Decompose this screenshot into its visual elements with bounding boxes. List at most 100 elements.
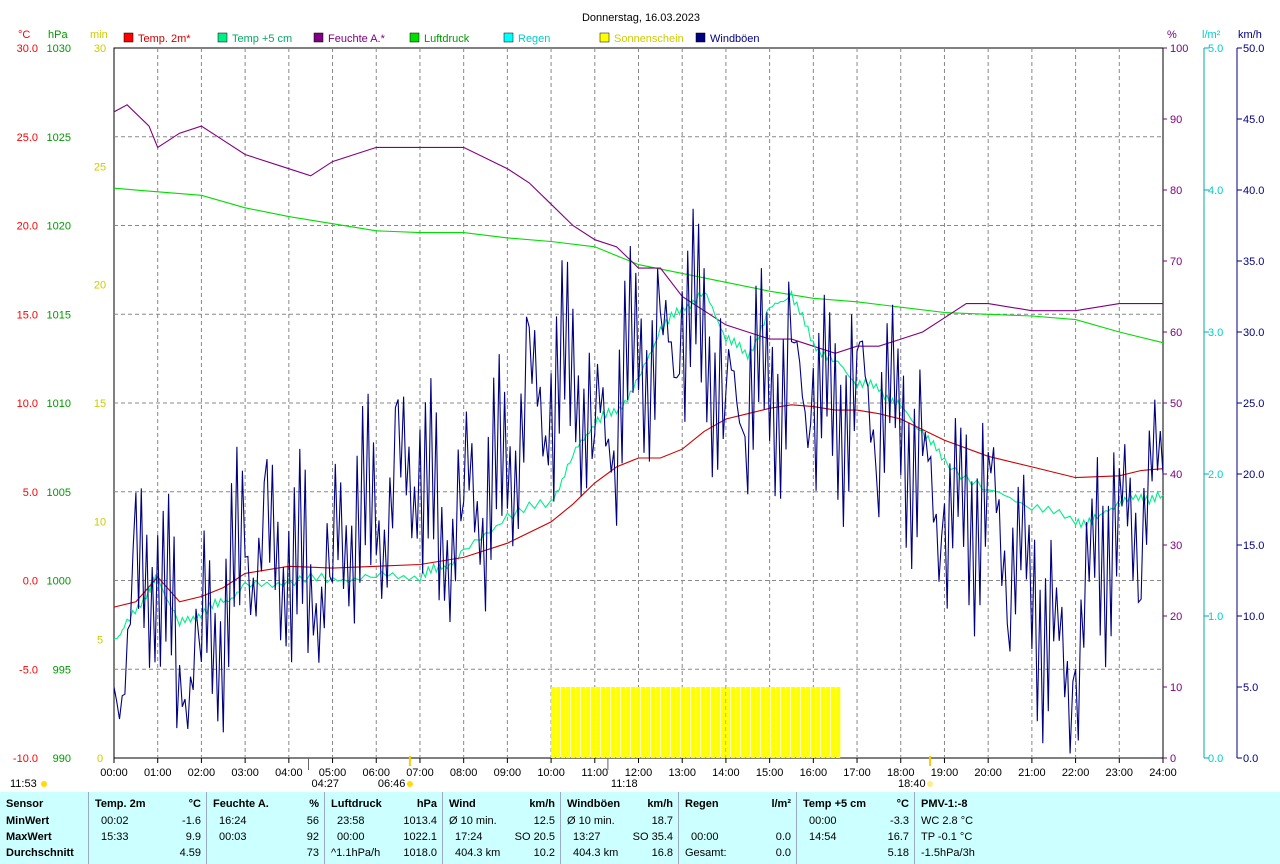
stats-value: 12.5 [533, 815, 555, 827]
stats-time: 00:00 [809, 815, 837, 827]
stats-header: Luftdruck [331, 798, 382, 810]
x-tick-label: 22:00 [1062, 767, 1090, 779]
pct-tick-label: 60 [1170, 327, 1182, 339]
stats-value: 0.0 [775, 831, 791, 843]
stats-header: Feuchte A. [213, 798, 269, 810]
sunshine-bar [771, 687, 776, 758]
sunshine-bar [796, 687, 801, 758]
temp-tick-label: 15.0 [17, 309, 38, 321]
stats-col-temp2m: Temp. 2m °C 00:02 -1.6 15:33 9.9 4.59 [88, 792, 207, 864]
wind-axis-unit: km/h [1238, 29, 1262, 41]
hpa-tick-label: 990 [53, 753, 71, 765]
min-axis-unit: min [90, 29, 108, 41]
sunshine-bar [596, 687, 601, 758]
stats-unit: km/h [647, 798, 673, 810]
wind-tick-label: 15.0 [1243, 540, 1264, 552]
x-tick-label: 10:00 [537, 767, 565, 779]
sunshine-bar [561, 687, 566, 758]
sunshine-bar [616, 687, 621, 758]
sunshine-bar [731, 687, 736, 758]
hpa-tick-label: 1000 [47, 576, 71, 588]
sunshine-bar [631, 687, 636, 758]
hpa-tick-label: 1025 [47, 132, 71, 144]
stats-value: -3.3 [890, 815, 909, 827]
sunshine-bar [571, 687, 576, 758]
sunshine-bar [641, 687, 646, 758]
sunshine-bar [831, 687, 836, 758]
statistics-table: Sensor MinWert MaxWert Durchschnitt Temp… [0, 792, 1280, 864]
sunshine-bar [716, 687, 721, 758]
stats-row-label: MaxWert [6, 831, 52, 843]
stats-time: 16:24 [219, 815, 247, 827]
sunshine-bar [741, 687, 746, 758]
stats-header: PMV-1:-8 [921, 798, 968, 810]
temp-tick-label: -5.0 [19, 664, 38, 676]
temp-tick-label: 25.0 [17, 132, 38, 144]
stats-value: 0.0 [775, 847, 791, 859]
stats-time: 17:24 [455, 831, 483, 843]
sunshine-bar [551, 687, 556, 758]
stats-value: 18.7 [651, 815, 673, 827]
x-tick-label: 17:00 [843, 767, 871, 779]
sunshine-bar [556, 687, 561, 758]
x-tick-label: 16:00 [800, 767, 828, 779]
stats-col-sensor: Sensor MinWert MaxWert Durchschnitt [0, 792, 88, 864]
sunshine-bar [691, 687, 696, 758]
x-tick-label: 03:00 [231, 767, 259, 779]
stats-value: 1022.1 [403, 831, 437, 843]
stats-col-gusts: Windböen km/h Ø 10 min. 18.7 13:27 SO 35… [560, 792, 679, 864]
legend-swatch [217, 32, 228, 43]
sunshine-bar [751, 687, 756, 758]
sunshine-bar [706, 687, 711, 758]
wind-tick-label: 30.0 [1243, 327, 1264, 339]
stats-value: 9.9 [185, 831, 201, 843]
legend-swatch [123, 32, 134, 43]
stats-col-temp5cm: Temp +5 cm °C 00:00 -3.3 14:54 16.7 5.18 [796, 792, 915, 864]
temp-tick-label: 20.0 [17, 221, 38, 233]
sunshine-bar [681, 687, 686, 758]
rain-tick-label: 0.0 [1208, 753, 1223, 765]
stats-label: Ø 10 min. [567, 815, 615, 827]
sunshine-bar [821, 687, 826, 758]
x-tick-label: 13:00 [668, 767, 696, 779]
x-tick-label: 11:00 [581, 767, 608, 779]
stats-time: 00:00 [337, 831, 365, 843]
temp-tick-label: 10.0 [17, 398, 38, 410]
sunshine-bar [686, 687, 691, 758]
stats-unit: °C [896, 798, 909, 810]
rain-tick-label: 3.0 [1208, 327, 1223, 339]
sunshine-bar [646, 687, 651, 758]
x-tick-label: 00:00 [100, 767, 128, 779]
wind-tick-label: 25.0 [1243, 398, 1264, 410]
legend-label: Temp +5 cm [232, 33, 292, 45]
stats-unit: % [309, 798, 319, 810]
sunshine-bar [786, 687, 791, 758]
wind-tick-label: 0.0 [1243, 753, 1258, 765]
hpa-tick-label: 1005 [47, 487, 71, 499]
sunshine-bar [586, 687, 591, 758]
sunshine-bar [676, 687, 681, 758]
hpa-tick-label: 1030 [47, 43, 71, 55]
current-time: 11:53 [10, 778, 37, 790]
x-tick-label: 15:00 [756, 767, 784, 779]
temp-tick-label: 0.0 [23, 576, 38, 588]
x-tick-label: 21:00 [1018, 767, 1046, 779]
pct-axis-unit: % [1167, 29, 1177, 41]
stats-header: Sensor [6, 798, 44, 810]
x-tick-label: 08:00 [450, 767, 478, 779]
wind-tick-label: 35.0 [1243, 256, 1264, 268]
stats-time: 14:54 [809, 831, 837, 843]
min-tick-label: 20 [94, 280, 106, 292]
sunshine-bar [801, 687, 806, 758]
sunshine-bar [756, 687, 761, 758]
stats-row-label: MinWert [6, 815, 50, 827]
stats-value: 73 [306, 847, 319, 859]
temp-tick-label: 30.0 [17, 43, 38, 55]
stats-time: 23:58 [337, 815, 365, 827]
x-tick-label: 24:00 [1149, 767, 1177, 779]
stats-time: 00:02 [101, 815, 129, 827]
stats-header: Temp +5 cm [803, 798, 867, 810]
hpa-tick-label: 995 [53, 664, 71, 676]
stats-col-wind: Wind km/h Ø 10 min. 12.5 17:24 SO 20.5 4… [442, 792, 561, 864]
sunshine-bar [606, 687, 611, 758]
